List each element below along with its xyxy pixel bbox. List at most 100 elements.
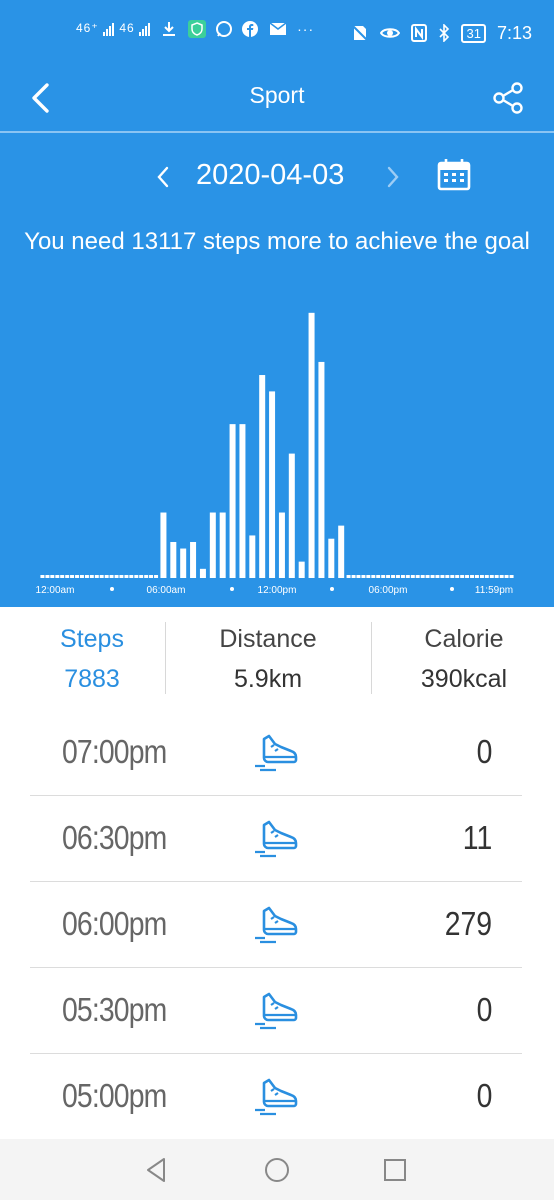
chart-zero-mark xyxy=(405,575,410,578)
chart-zero-mark xyxy=(425,575,430,578)
chart-zero-mark xyxy=(504,575,509,578)
whatsapp-icon xyxy=(216,21,233,37)
chart-zero-mark xyxy=(410,575,415,578)
network-indicator-2: 46 xyxy=(119,21,135,36)
chart-zero-mark xyxy=(415,575,420,578)
chart-tick-label: 11:59pm xyxy=(475,585,513,596)
bluetooth-icon xyxy=(439,24,450,43)
chart-zero-mark xyxy=(75,575,80,578)
chart-zero-mark xyxy=(430,575,435,578)
distance-label: Distance xyxy=(219,625,317,653)
chart-zero-mark xyxy=(346,575,351,578)
share-button[interactable] xyxy=(488,78,528,118)
list-item[interactable]: 07:00pm 0 xyxy=(30,709,522,796)
more-notifications-icon: ··· xyxy=(297,21,315,37)
chart-zero-mark xyxy=(139,575,144,578)
chart-zero-mark xyxy=(154,575,159,578)
chart-zero-mark xyxy=(84,575,89,578)
chart-zero-mark xyxy=(89,575,94,578)
list-item[interactable]: 05:30pm 0 xyxy=(30,967,522,1054)
sneaker-icon xyxy=(254,906,298,944)
sneaker-icon xyxy=(254,992,298,1030)
chart-axis-dot xyxy=(110,587,114,591)
tab-calorie[interactable]: Calorie 390kcal xyxy=(372,607,554,709)
chart-zero-mark xyxy=(129,575,134,578)
download-icon xyxy=(163,22,176,36)
chart-zero-mark xyxy=(55,575,60,578)
chart-zero-mark xyxy=(381,575,386,578)
chart-zero-mark xyxy=(460,575,465,578)
chart-bar xyxy=(269,391,276,578)
chart-zero-mark xyxy=(65,575,70,578)
nav-home-button[interactable] xyxy=(262,1155,292,1185)
entry-time: 05:30pm xyxy=(62,991,167,1028)
list-item[interactable]: 06:30pm 11 xyxy=(30,795,522,882)
list-item[interactable]: 05:00pm 0 xyxy=(30,1053,522,1139)
stats-tabs: Steps 7883 Distance 5.9km Calorie 390kca… xyxy=(0,607,554,710)
chart-bar xyxy=(229,424,236,578)
chart-zero-mark xyxy=(114,575,119,578)
summary-panel: 2020-04-03 You need 13117 steps more to … xyxy=(0,133,554,607)
chart-tick-label: 06:00am xyxy=(147,585,186,596)
status-bar: 46⁺ 46 ··· 31 7:13 xyxy=(0,0,554,66)
chart-zero-mark xyxy=(361,575,366,578)
tab-distance[interactable]: Distance 5.9km xyxy=(176,607,360,709)
chart-bar xyxy=(259,375,266,578)
sim-off-icon xyxy=(351,24,370,42)
chart-bar xyxy=(249,535,256,578)
chart-zero-mark xyxy=(376,575,381,578)
chart-zero-mark xyxy=(450,575,455,578)
nav-back-button[interactable] xyxy=(142,1155,172,1185)
chart-bar xyxy=(209,512,216,578)
eye-icon xyxy=(380,28,401,38)
clock: 7:13 xyxy=(496,22,532,43)
chart-bar xyxy=(199,568,206,578)
chart-zero-mark xyxy=(45,575,50,578)
chart-axis-dot xyxy=(330,587,334,591)
tab-steps[interactable]: Steps 7883 xyxy=(0,607,184,709)
chart-zero-mark xyxy=(420,575,425,578)
entry-time: 06:30pm xyxy=(62,819,167,856)
entry-count: 279 xyxy=(444,905,492,942)
entry-time: 06:00pm xyxy=(62,905,167,942)
chart-zero-mark xyxy=(371,575,376,578)
chart-zero-mark xyxy=(499,575,504,578)
shield-icon xyxy=(187,20,206,38)
chart-bar xyxy=(338,525,345,578)
chart-tick-label: 12:00am xyxy=(36,585,75,596)
page-title: Sport xyxy=(249,82,305,108)
share-icon xyxy=(493,82,523,114)
chart-zero-mark xyxy=(50,575,55,578)
status-left: 46⁺ 46 ··· xyxy=(76,20,314,38)
entry-count: 0 xyxy=(476,991,492,1028)
calorie-label: Calorie xyxy=(424,625,504,653)
sneaker-icon xyxy=(254,734,298,772)
distance-value: 5.9km xyxy=(233,665,303,693)
entry-count: 0 xyxy=(476,733,492,770)
mail-icon xyxy=(269,22,287,35)
chart-bar xyxy=(278,512,285,578)
chart-zero-mark xyxy=(134,575,139,578)
chart-bar xyxy=(219,512,226,578)
facebook-icon xyxy=(242,21,259,37)
chart-axis-dot xyxy=(230,587,234,591)
chart-zero-mark xyxy=(356,575,361,578)
chart-bar xyxy=(190,541,197,578)
entry-time: 07:00pm xyxy=(62,733,167,770)
chart-zero-mark xyxy=(400,575,405,578)
activity-list: 07:00pm 0 06:30pm 11 06:00pm 279 05:30pm… xyxy=(0,709,554,1139)
chart-zero-mark xyxy=(99,575,104,578)
chart-zero-mark xyxy=(395,575,400,578)
entry-count: 11 xyxy=(462,819,492,856)
status-right: 31 7:13 xyxy=(345,22,532,44)
chart-zero-mark xyxy=(509,575,514,578)
signal-icon-2 xyxy=(139,22,151,36)
chart-zero-mark xyxy=(479,575,484,578)
list-item[interactable]: 06:00pm 279 xyxy=(30,881,522,968)
chart-zero-mark xyxy=(94,575,99,578)
chart-zero-mark xyxy=(109,575,114,578)
chart-zero-mark xyxy=(474,575,479,578)
nav-recents-button[interactable] xyxy=(380,1155,410,1185)
steps-value: 7883 xyxy=(64,665,120,693)
chart-zero-mark xyxy=(60,575,65,578)
